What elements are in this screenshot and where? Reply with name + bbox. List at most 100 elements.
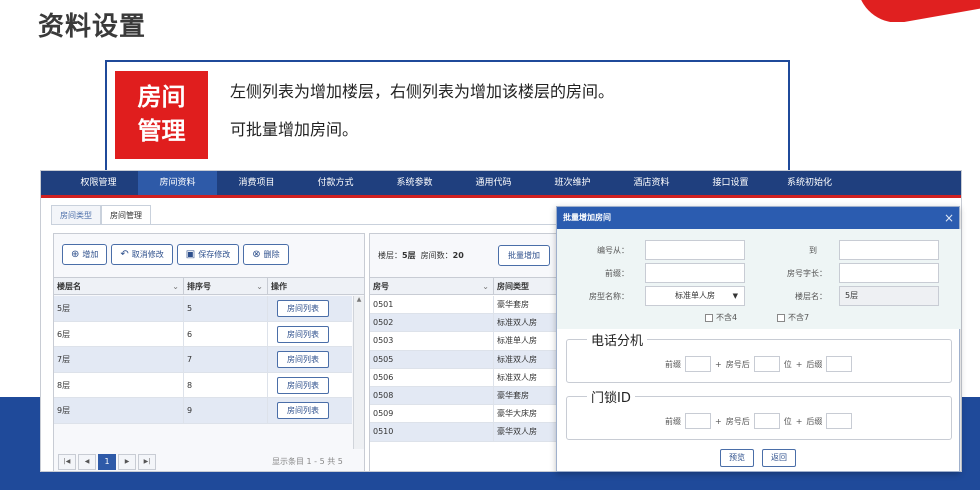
column-room-type[interactable]: 房间类型 (494, 278, 558, 294)
prefix-input[interactable] (645, 263, 745, 283)
table-row[interactable]: 0510 豪华双人房 (370, 423, 558, 442)
plus-sign: + (715, 416, 722, 426)
delete-floor-button[interactable]: ⊗ 删除 (243, 244, 289, 265)
door-lock-legend: 门锁ID (587, 387, 635, 406)
lock-suffix-label: 后缀 (806, 416, 823, 426)
nav-item-system-params[interactable]: 系统参数 (375, 171, 454, 195)
room-list-button[interactable]: 房间列表 (277, 300, 329, 317)
lock-suffix-input[interactable] (826, 413, 853, 429)
floor-name-cell: 9层 (54, 398, 184, 423)
floor-name-cell: 6层 (54, 321, 184, 346)
batch-add-button[interactable]: 批量增加 (498, 245, 550, 266)
plus-circle-icon: ⊕ (71, 249, 80, 260)
cancel-edit-button[interactable]: ↶ 取消修改 (111, 244, 173, 265)
current-page-button[interactable]: 1 (98, 454, 116, 470)
prev-page-icon[interactable]: ◀ (78, 454, 96, 470)
room-no-length-input[interactable] (839, 263, 939, 283)
plus-sign: + (795, 359, 803, 369)
caret-down-icon: ▼ (732, 292, 738, 300)
room-type-cell: 标准单人房 (497, 336, 537, 346)
room-list-button[interactable]: 房间列表 (277, 325, 329, 343)
column-room-no[interactable]: 房号 ⌄ (370, 278, 494, 294)
last-page-icon[interactable]: ▶| (138, 454, 156, 470)
exclude-7-checkbox[interactable]: 不含7 (777, 312, 809, 323)
save-edit-label: 保存修改 (198, 250, 231, 259)
table-row[interactable]: 5层 5 房间列表 (54, 296, 352, 322)
scroll-up-icon[interactable]: ▲ (357, 296, 362, 303)
phone-prefix-input[interactable] (685, 356, 711, 372)
room-grid-header: 房号 ⌄ 房间类型 (370, 277, 558, 295)
column-room-type-label: 房间类型 (497, 282, 529, 291)
lock-digits-input[interactable] (753, 413, 780, 429)
room-no-cell: 0508 (370, 386, 494, 405)
table-row[interactable]: 0501 豪华套房 (370, 296, 558, 315)
dialog-form: 编号从： 到 前缀： 房号字长： 房型名称： 标准单人房 ▼ 楼层名： 5层 不含… (557, 229, 961, 329)
nav-item-system-init[interactable]: 系统初始化 (770, 171, 849, 195)
column-room-no-label: 房号 (373, 282, 389, 291)
nav-item-shifts[interactable]: 班次维护 (533, 171, 612, 195)
nav-item-common-codes[interactable]: 通用代码 (454, 171, 533, 195)
table-row[interactable]: 9层 9 房间列表 (54, 398, 352, 424)
table-row[interactable]: 7层 7 房间列表 (54, 347, 352, 373)
nav-item-hotel-data[interactable]: 酒店资料 (612, 171, 691, 195)
room-no-cell: 0502 (370, 314, 494, 332)
from-label: 编号从： (597, 246, 629, 255)
phone-prefix-label: 前缀 (665, 359, 681, 369)
room-type-select[interactable]: 标准单人房 ▼ (645, 286, 745, 306)
floor-value: 5层 (402, 251, 416, 260)
phone-digits-input[interactable] (753, 356, 780, 372)
preview-button[interactable]: 预览 (720, 449, 754, 467)
nav-item-room-data[interactable]: 房间资料 (138, 171, 217, 195)
tab-room-management[interactable]: 房间管理 (101, 205, 151, 225)
exclude-4-checkbox[interactable]: 不含4 (705, 312, 737, 323)
room-list-button[interactable]: 房间列表 (277, 376, 329, 394)
floor-name-label: 楼层名： (795, 292, 827, 301)
floor-order-cell: 7 (184, 347, 268, 372)
nav-item-permissions[interactable]: 权限管理 (59, 171, 138, 195)
column-floor-name[interactable]: 楼层名 ⌄ (54, 278, 184, 294)
table-row[interactable]: 0506 标准双人房 (370, 368, 558, 387)
next-page-icon[interactable]: ▶ (118, 454, 136, 470)
table-row[interactable]: 0509 豪华大床房 (370, 405, 558, 424)
nav-item-payment[interactable]: 付款方式 (296, 171, 375, 195)
table-row[interactable]: 0502 标准双人房 (370, 314, 558, 333)
lock-prefix-input[interactable] (685, 413, 711, 429)
room-list-button[interactable]: 房间列表 (277, 402, 329, 419)
add-floor-button[interactable]: ⊕ 增加 (62, 244, 108, 265)
floor-order-cell: 5 (184, 296, 268, 321)
lock-digits-label: 位 (783, 416, 792, 426)
room-list-button[interactable]: 房间列表 (277, 351, 329, 368)
room-type-value: 标准单人房 (675, 291, 715, 300)
room-type-cell: 豪华大床房 (497, 409, 537, 419)
chevron-down-icon: ⌄ (172, 282, 179, 291)
room-no-cell: 0501 (370, 296, 494, 314)
table-row[interactable]: 0508 豪华套房 (370, 386, 558, 406)
table-row[interactable]: 8层 8 房间列表 (54, 372, 352, 398)
plus-sign: + (795, 416, 803, 426)
from-input[interactable] (645, 240, 745, 260)
save-edit-button[interactable]: ▣ 保存修改 (176, 244, 240, 265)
to-input[interactable] (839, 240, 939, 260)
nav-item-interface[interactable]: 接口设置 (691, 171, 770, 195)
nav-item-consumption[interactable]: 消费项目 (217, 171, 296, 195)
first-page-icon[interactable]: |◀ (58, 454, 76, 470)
table-row[interactable]: 0503 标准单人房 (370, 332, 558, 351)
phone-extension-row: 前缀 + 房号后 位 + 后缀 (665, 356, 853, 372)
batch-add-dialog: 批量增加房间 × 编号从： 到 前缀： 房号字长： 房型名称： 标准单人房 ▼ 楼… (556, 206, 961, 472)
room-grid-body: 0501 豪华套房 0502 标准双人房 0503 标准单人房 0505 标准双人房 0… (370, 296, 558, 442)
phone-suffix-input[interactable] (826, 356, 853, 372)
room-type-cell: 标准双人房 (497, 354, 537, 364)
room-panel-toolbar: 楼层：5层 房间数：20 批量增加 (370, 234, 558, 277)
table-row[interactable]: 6层 6 房间列表 (54, 321, 352, 347)
back-button[interactable]: 返回 (762, 449, 796, 467)
table-row[interactable]: 0505 标准双人房 (370, 350, 558, 369)
close-icon[interactable]: × (944, 207, 954, 229)
floor-grid-header: 楼层名 ⌄ 排序号 ⌄ 操作 (54, 277, 364, 295)
room-no-cell: 0510 (370, 423, 494, 441)
callout-description-2: 可批量增加房间。 (230, 120, 359, 139)
column-order[interactable]: 排序号 ⌄ (184, 278, 268, 294)
dialog-title-bar: 批量增加房间 × (557, 207, 959, 229)
tab-room-types[interactable]: 房间类型 (51, 205, 101, 225)
floor-grid-scrollbar[interactable]: ▲ (353, 296, 364, 449)
sub-tabs: 房间类型 房间管理 (51, 205, 151, 225)
